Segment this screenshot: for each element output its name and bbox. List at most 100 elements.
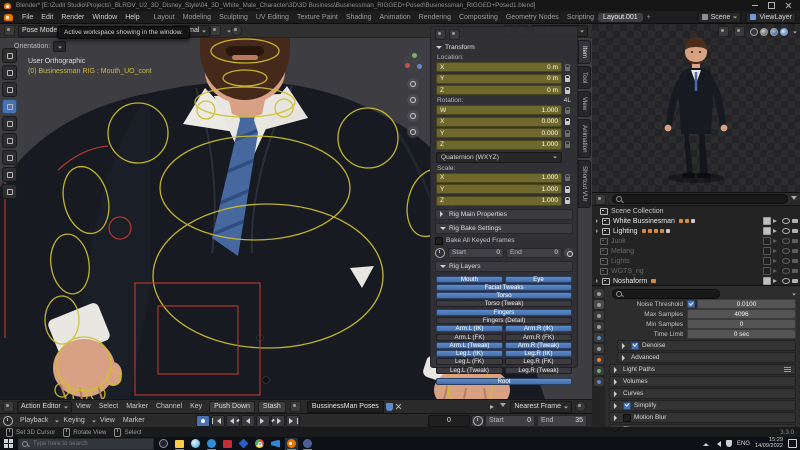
lock-icon[interactable]	[565, 110, 570, 114]
clock-datetime[interactable]: 15:29 14/09/2022	[755, 438, 783, 449]
decorator-arrow-icon[interactable]	[564, 248, 573, 257]
shading-rendered-icon[interactable]	[780, 28, 788, 36]
browse-action-icon[interactable]	[290, 401, 301, 412]
rig-layer-button-leg-l-tweak[interactable]: Leg.L (Tweak)	[436, 367, 503, 374]
pan-hand-icon[interactable]	[407, 94, 419, 106]
selectable-icon[interactable]	[773, 259, 779, 263]
location-z-field[interactable]: Z0 m	[436, 85, 562, 95]
rig-main-properties-header[interactable]: Rig Main Properties	[435, 209, 573, 220]
rig-layer-button-leg-r-ik[interactable]: Leg.R (IK)	[505, 350, 572, 357]
lock-icon[interactable]	[565, 177, 570, 181]
transform-panel-header[interactable]: Transform	[436, 43, 572, 52]
shading-solid-icon[interactable]	[760, 28, 768, 36]
render-visibility-icon[interactable]	[792, 279, 798, 284]
tab-view[interactable]: View	[578, 91, 591, 116]
zoom-icon[interactable]	[407, 78, 419, 90]
viewport-3d-camera[interactable]	[592, 24, 800, 192]
rotation-y-field[interactable]: Y0.000	[436, 128, 562, 138]
tab-tool[interactable]: Tool	[578, 66, 591, 89]
axis-z-handle[interactable]	[412, 53, 417, 58]
editor-type-icon[interactable]	[3, 401, 14, 412]
view-layer-selector[interactable]: ViewLayer	[746, 12, 796, 23]
outliner-row-lights[interactable]: Lights	[592, 256, 800, 266]
timeline-menu-view[interactable]: View	[96, 417, 119, 424]
shading-wireframe-icon[interactable]	[750, 28, 758, 36]
denoise-checkbox[interactable]	[631, 342, 639, 350]
modifier-tab-icon[interactable]	[594, 366, 604, 375]
play-button[interactable]	[256, 415, 270, 427]
timeline-menu-marker[interactable]: Marker	[119, 417, 149, 424]
workspace-tab-active[interactable]: Layout.001	[598, 13, 643, 22]
rig-layer-button-leg-l-fk[interactable]: Leg.L (FK)	[436, 358, 503, 365]
render-visibility-icon[interactable]	[792, 269, 798, 274]
timeline-menu-keying[interactable]: Keying	[59, 417, 88, 424]
minimize-icon[interactable]	[752, 5, 758, 6]
physics-tab-icon[interactable]	[594, 377, 604, 386]
workspace-tab-scripting[interactable]: Scripting	[563, 14, 598, 21]
tab-item[interactable]: Item	[578, 40, 591, 64]
rig-layer-button-mouth[interactable]: Mouth	[436, 276, 503, 283]
object-tab-icon[interactable]	[594, 355, 604, 364]
eye-icon[interactable]	[782, 228, 790, 234]
light-paths-section-header[interactable]: Light Paths	[609, 364, 796, 375]
outliner-display-mode-icon[interactable]	[595, 194, 606, 205]
rig-layer-button-arm-r-fk[interactable]: Arm.R (FK)	[505, 334, 572, 341]
rig-layer-button-fingers[interactable]: Fingers	[436, 309, 572, 316]
lock-icon[interactable]	[565, 189, 570, 193]
volumes-section-header[interactable]: Volumes	[609, 376, 796, 387]
disclosure-triangle-icon[interactable]	[596, 229, 600, 233]
frame-end-field[interactable]: End35	[537, 415, 587, 427]
rig-layer-button-arm-r-tweak[interactable]: Arm.R (Tweak)	[505, 342, 572, 349]
app-blender-icon[interactable]	[285, 438, 298, 450]
maximize-icon[interactable]	[768, 2, 775, 9]
scene-selector[interactable]: Scene	[698, 12, 742, 23]
outliner-search[interactable]	[612, 194, 788, 204]
simplify-checkbox[interactable]	[623, 402, 631, 410]
render-visibility-icon[interactable]	[792, 219, 798, 224]
timeline-editor-icon[interactable]	[3, 416, 13, 426]
lock-icon[interactable]	[565, 133, 570, 137]
rig-layer-button-root[interactable]: Root	[436, 378, 572, 385]
scale-x-field[interactable]: X1.000	[436, 173, 562, 183]
add-workspace-button[interactable]: +	[643, 14, 655, 21]
tray-expand-icon[interactable]	[703, 440, 709, 446]
rig-layer-button-fingers-detail[interactable]: Fingers (Detail)	[436, 317, 572, 324]
rig-layer-button-torso-tweak[interactable]: Torso (Tweak)	[436, 300, 572, 307]
jump-to-end-button[interactable]	[286, 415, 300, 427]
tab-animation[interactable]: Animation	[578, 119, 591, 159]
bake-start-field[interactable]: Start0	[448, 248, 504, 258]
menu-help[interactable]: Help	[121, 14, 143, 21]
workspace-tab-uv-editing[interactable]: UV Editing	[252, 14, 293, 21]
location-x-field[interactable]: X0 m	[436, 62, 562, 72]
noise-threshold-checkbox[interactable]	[687, 300, 695, 308]
dope-menu-marker[interactable]: Marker	[122, 403, 152, 410]
action-name-field[interactable]: BussinessMan Poses	[307, 401, 384, 413]
rig-layer-button-arm-l-tweak[interactable]: Arm.L (Tweak)	[436, 342, 503, 349]
checkbox-icon[interactable]	[763, 257, 771, 265]
only-selected-icon[interactable]	[490, 405, 496, 409]
play-reverse-button[interactable]	[241, 415, 255, 427]
next-keyframe-button[interactable]	[271, 415, 285, 427]
rig-layer-button-arm-l-ik[interactable]: Arm.L (IK)	[436, 325, 503, 332]
panel-gizmo-icon[interactable]	[435, 29, 446, 40]
camera-view-icon[interactable]	[407, 110, 419, 122]
filter-icon[interactable]	[791, 196, 797, 203]
rig-layer-button-arm-r-ik[interactable]: Arm.R (IK)	[505, 325, 572, 332]
selectable-icon[interactable]	[773, 219, 779, 223]
bake-all-checkbox[interactable]	[435, 237, 443, 245]
rig-layer-button-arm-l-fk[interactable]: Arm.L (FK)	[436, 334, 503, 341]
preset-menu-icon[interactable]	[784, 367, 791, 372]
orientation-dropdown[interactable]	[53, 41, 66, 52]
lock-icon[interactable]	[565, 200, 570, 204]
taskbar-search[interactable]	[18, 438, 154, 450]
selectable-icon[interactable]	[773, 269, 779, 273]
transform-tool-icon[interactable]	[2, 150, 17, 165]
preview-range-clock-button[interactable]	[471, 415, 485, 427]
selectable-icon[interactable]	[773, 249, 779, 253]
ortho-toggle-icon[interactable]	[407, 126, 419, 138]
menu-file[interactable]: File	[18, 14, 37, 21]
outliner-row-scene-collection[interactable]: Scene Collection	[592, 206, 800, 216]
rig-layer-button-leg-l-ik[interactable]: Leg.L (IK)	[436, 350, 503, 357]
auto-key-record-button[interactable]	[196, 415, 210, 427]
frame-start-field[interactable]: Start0	[485, 415, 535, 427]
